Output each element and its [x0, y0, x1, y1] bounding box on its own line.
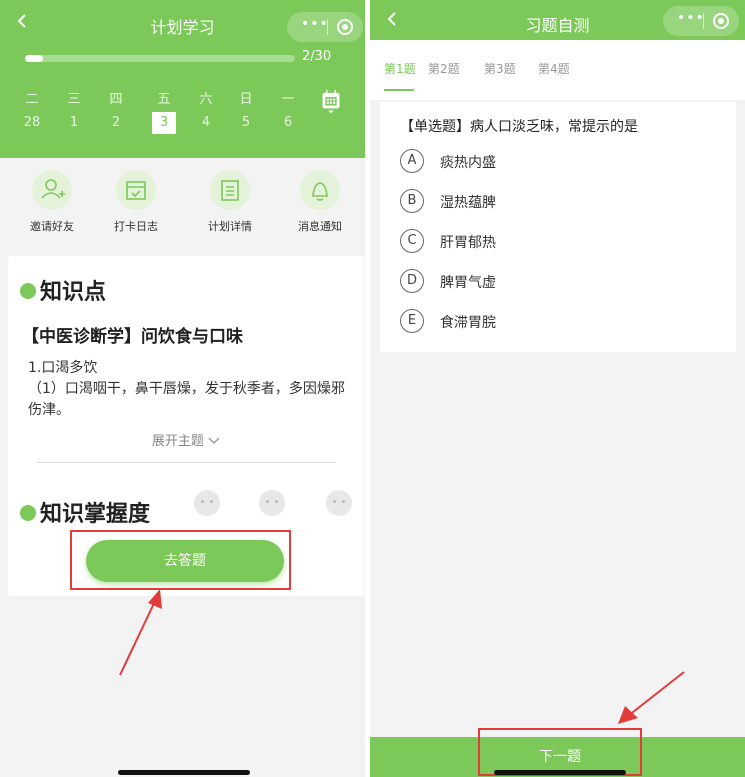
- calendar-check-icon: [116, 170, 156, 210]
- feature-label: 打卡日志: [114, 220, 158, 233]
- topic-title: 【中医诊断学】问饮食与口味: [22, 327, 243, 347]
- weekday-label: 日: [239, 92, 253, 107]
- day-cell[interactable]: 日5: [234, 88, 258, 134]
- feature-label: 邀请好友: [30, 220, 74, 233]
- more-icon[interactable]: •••: [677, 10, 705, 26]
- neutral-face-icon[interactable]: [259, 490, 285, 516]
- tab-question-2[interactable]: 第2题: [428, 60, 460, 77]
- date-label: 2: [111, 115, 121, 130]
- capsule-divider: [327, 19, 328, 35]
- bell-icon: [300, 170, 340, 210]
- mini-program-capsule[interactable]: •••: [663, 6, 739, 36]
- day-cell-selected[interactable]: 五3: [152, 88, 176, 134]
- weekday-label: 六: [199, 92, 213, 107]
- capsule-divider: [703, 13, 704, 29]
- date-label: 1: [69, 115, 79, 130]
- weekday-label: 三: [67, 92, 81, 107]
- plan-details-button[interactable]: 计划详情: [190, 170, 270, 234]
- more-icon[interactable]: •••: [301, 16, 329, 32]
- option-text: 痰热内盛: [440, 155, 496, 171]
- weekday-label: 四: [109, 92, 123, 107]
- option-a[interactable]: A 痰热内盛: [400, 147, 700, 177]
- option-text: 食滞胃脘: [440, 315, 496, 331]
- day-cell[interactable]: 四2: [104, 88, 128, 134]
- option-letter: C: [400, 229, 424, 253]
- option-letter: D: [400, 269, 424, 293]
- feature-label: 计划详情: [208, 220, 252, 233]
- option-text: 脾胃气虚: [440, 275, 496, 291]
- plan-study-screen: 计划学习 ••• 2/30 二 28 三1 四2 五3 六4 日5 一6 邀请好…: [0, 0, 365, 777]
- close-mini-program-icon[interactable]: [713, 13, 729, 29]
- expand-label: 展开主题: [151, 434, 204, 449]
- date-label: 28: [23, 115, 41, 130]
- knowledge-section-title: 知识点: [20, 274, 106, 306]
- mastery-section-title: 知识掌握度: [20, 496, 150, 528]
- feature-row: 邀请好友 打卡日志 计划详情 消息通知: [0, 158, 365, 248]
- option-letter: A: [400, 149, 424, 173]
- close-mini-program-icon[interactable]: [337, 19, 353, 35]
- tab-question-1[interactable]: 第1题: [384, 60, 416, 77]
- body-line: 1.口渴多饮: [28, 360, 98, 376]
- knowledge-title-text: 知识点: [40, 280, 107, 305]
- happy-face-icon[interactable]: [326, 490, 352, 516]
- body-line: （1）口渴咽干，鼻干唇燥，发于秋季者，多因燥邪伤津。: [28, 381, 345, 418]
- date-label: 6: [283, 115, 293, 130]
- day-cell[interactable]: 一6: [276, 88, 300, 134]
- annotation-highlight-box: [478, 728, 642, 776]
- home-indicator: [118, 770, 250, 775]
- date-label: 3: [152, 112, 176, 134]
- annotation-arrow: [119, 589, 162, 676]
- option-letter: E: [400, 309, 424, 333]
- add-user-icon: [32, 170, 72, 210]
- document-icon: [210, 170, 250, 210]
- mini-program-capsule[interactable]: •••: [287, 12, 363, 42]
- day-cell[interactable]: 二 28: [20, 88, 44, 134]
- question-tabs: 第1题 第2题 第3题 第4题: [370, 40, 745, 100]
- question-card: 【单选题】病人口淡乏味，常提示的是 A 痰热内盛 B 湿热蕴脾 C 肝胃郁热 D 脾胃气…: [380, 102, 736, 352]
- topic-body: 1.口渴多饮 （1）口渴咽干，鼻干唇燥，发于秋季者，多因燥邪伤津。: [28, 358, 348, 421]
- option-text: 肝胃郁热: [440, 235, 496, 251]
- progress-fill: [25, 55, 43, 62]
- option-d[interactable]: D 脾胃气虚: [400, 267, 700, 297]
- option-letter: B: [400, 189, 424, 213]
- option-text: 湿热蕴脾: [440, 195, 496, 211]
- active-tab-indicator: [384, 89, 414, 91]
- day-cell[interactable]: 六4: [194, 88, 218, 134]
- day-cell[interactable]: 三1: [62, 88, 86, 134]
- chevron-down-icon: [208, 437, 220, 444]
- date-label: 4: [201, 115, 211, 130]
- option-e[interactable]: E 食滞胃脘: [400, 307, 700, 337]
- option-b[interactable]: B 湿热蕴脾: [400, 187, 700, 217]
- weekday-label: 五: [157, 92, 171, 107]
- self-test-screen: 习题自测 ••• 第1题 第2题 第3题 第4题 【单选题】病人口淡乏味，常提示…: [370, 0, 745, 777]
- divider: [36, 462, 336, 463]
- question-text: 【单选题】病人口淡乏味，常提示的是: [400, 119, 638, 135]
- sad-face-icon[interactable]: [194, 490, 220, 516]
- plan-header: 计划学习 ••• 2/30 二 28 三1 四2 五3 六4 日5 一6: [0, 0, 365, 158]
- invite-friends-button[interactable]: 邀请好友: [12, 170, 92, 234]
- checkin-log-button[interactable]: 打卡日志: [96, 170, 176, 234]
- home-indicator: [494, 770, 626, 775]
- tab-question-3[interactable]: 第3题: [484, 60, 516, 77]
- tab-question-4[interactable]: 第4题: [538, 60, 570, 77]
- study-progress-bar: [25, 55, 295, 62]
- weekday-label: 一: [281, 92, 295, 107]
- annotation-arrow: [618, 671, 685, 724]
- weekday-label: 二: [25, 92, 39, 107]
- week-strip: 二 28 三1 四2 五3 六4 日5 一6: [20, 88, 310, 136]
- date-label: 5: [241, 115, 251, 130]
- calendar-icon[interactable]: [318, 90, 344, 114]
- annotation-highlight-box: [70, 530, 291, 590]
- progress-count: 2/30: [302, 49, 332, 64]
- option-c[interactable]: C 肝胃郁热: [400, 227, 700, 257]
- feature-label: 消息通知: [298, 220, 342, 233]
- self-test-header: 习题自测 •••: [370, 0, 745, 40]
- expand-topic-link[interactable]: 展开主题: [8, 430, 364, 449]
- mastery-icon: [20, 505, 36, 521]
- notifications-button[interactable]: 消息通知: [280, 170, 360, 234]
- knowledge-icon: [20, 283, 36, 299]
- mastery-title-text: 知识掌握度: [40, 502, 151, 527]
